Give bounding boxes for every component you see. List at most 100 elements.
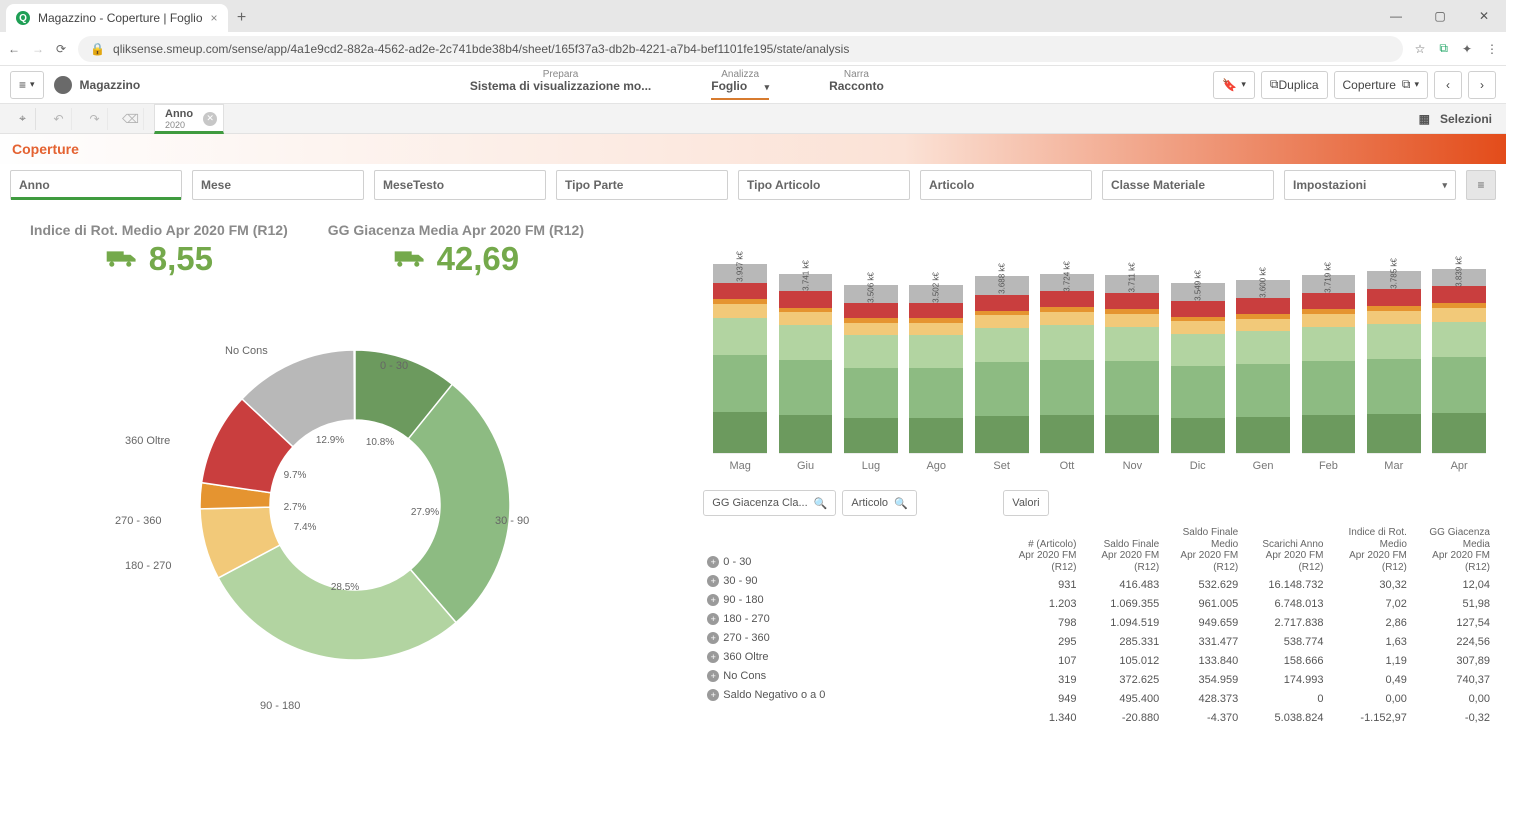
seg-180-270 [1432,308,1486,321]
clear-selection-icon[interactable]: ✕ [203,112,217,126]
duplicate-button[interactable]: ⧉ Duplica [1261,71,1328,99]
search-icon[interactable]: 🔍 [894,497,908,510]
filter-anno[interactable]: Anno [10,170,182,200]
month-col[interactable]: 3.741 k€Giu [779,254,833,472]
close-tab-icon[interactable]: × [211,11,218,25]
clear-all-icon[interactable]: ⌫ [118,108,144,130]
seg-180-270 [909,323,963,335]
nav-foglio[interactable]: Analizza Foglio ▾ [711,69,769,100]
pivot-table[interactable]: GG Giacenza Cla... 🔍 Articolo 🔍 +0 - 30+… [703,490,1496,728]
filter-mese[interactable]: Mese [192,170,364,200]
seg-0-30 [1302,415,1356,453]
kpi[interactable]: Indice di Rot. Medio Apr 2020 FM (R12) 8… [30,222,288,291]
duplicate-label: Duplica [1278,78,1318,92]
filter-tipo-articolo[interactable]: Tipo Articolo [738,170,910,200]
settings-dropdown[interactable]: Impostazioni▾ [1284,170,1456,200]
expand-icon[interactable]: + [707,670,719,682]
hamburger-button[interactable]: ≡ ▾ [10,71,44,99]
maximize-icon[interactable]: ▢ [1418,0,1462,32]
seg-30-90 [909,368,963,419]
seg-180-270 [1105,314,1159,327]
app-name[interactable]: Magazzino [54,76,141,94]
reload-icon[interactable]: ⟳ [56,42,66,56]
donut-label: 90 - 180 [260,700,300,712]
expand-icon[interactable]: + [707,651,719,663]
expand-icon[interactable]: + [707,556,719,568]
pivot-values-tab[interactable]: Valori [1003,490,1048,516]
pivot-row-360Oltre[interactable]: +360 Oltre [703,648,983,667]
truck-icon [393,248,427,270]
selections-toggle[interactable]: ▦ Selezioni [1419,112,1506,126]
month-col[interactable]: 3.711 k€Nov [1105,254,1159,472]
lock-icon: 🔒 [90,42,105,56]
bookmark-icon[interactable]: ☆ [1415,42,1426,56]
seg-0-30 [713,412,767,453]
pivot-dim-articolo[interactable]: Articolo 🔍 [842,490,916,516]
pivot-row-0-30[interactable]: +0 - 30 [703,553,983,572]
filter-tipo-parte[interactable]: Tipo Parte [556,170,728,200]
next-sheet-button[interactable]: › [1468,71,1496,99]
nav-back-icon[interactable]: ← [8,42,20,56]
nav-forward-icon[interactable]: → [32,42,44,56]
month-col[interactable]: 3.724 k€Ott [1040,254,1094,472]
pivot-rowheaders: +0 - 30+30 - 90+90 - 180+180 - 270+270 -… [703,524,983,705]
pivot-row-SaldoNegativooa0[interactable]: +Saldo Negativo o a 0 [703,686,983,705]
expand-icon[interactable]: + [707,594,719,606]
seg-180-270 [713,304,767,318]
pivot-row-NoCons[interactable]: +No Cons [703,667,983,686]
nav-racconto[interactable]: Narra Racconto [829,69,884,100]
bookmark-button[interactable]: 🔖 ▾ [1213,71,1254,99]
month-col[interactable]: 3.502 k€Ago [909,254,963,472]
seg-90-180 [1171,334,1225,367]
month-col[interactable]: 3.506 k€Lug [844,254,898,472]
nav-sistema-di-visualizzazione-mo-[interactable]: Prepara Sistema di visualizzazione mo... [470,69,651,100]
expand-icon[interactable]: + [707,632,719,644]
seg-360Oltre [1105,293,1159,309]
svg-text:7.4%: 7.4% [293,522,316,533]
close-window-icon[interactable]: ✕ [1462,0,1506,32]
seg-360Oltre [1040,291,1094,307]
expand-icon[interactable]: + [707,575,719,587]
pivot-row-180-270[interactable]: +180 - 270 [703,610,983,629]
extension-icon[interactable]: ⧉ [1439,41,1448,56]
seg-0-30 [1171,418,1225,454]
sheet-selector[interactable]: Coperture ⧉▾ [1334,71,1428,99]
pivot-row-90-180[interactable]: +90 - 180 [703,591,983,610]
month-col[interactable]: 3.937 k€Mag [713,254,767,472]
active-selection-anno[interactable]: Anno 2020 ✕ [154,104,224,134]
kpi[interactable]: GG Giacenza Media Apr 2020 FM (R12) 42,6… [328,222,584,291]
url-field[interactable]: 🔒 qliksense.smeup.com/sense/app/4a1e9cd2… [78,36,1403,62]
browser-tab[interactable]: Q Magazzino - Coperture | Foglio × [6,4,228,32]
kebab-menu-icon[interactable]: ⋮ [1486,42,1498,56]
smart-selection-icon[interactable]: ⌖ [10,108,36,130]
seg-0-30 [1367,414,1421,453]
grid-mode-button[interactable]: ≡ [1466,170,1496,200]
extensions-puzzle-icon[interactable]: ✦ [1462,42,1472,56]
donut-chart[interactable]: 10.8%27.9%28.5%7.4%2.7%9.7%12.9% 0 - 303… [10,295,699,715]
month-col[interactable]: 3.839 k€Apr [1432,254,1486,472]
pivot-row-30-90[interactable]: +30 - 90 [703,572,983,591]
seg-0-30 [975,416,1029,453]
filter-articolo[interactable]: Articolo [920,170,1092,200]
step-back-icon[interactable]: ↶ [46,108,72,130]
search-icon[interactable]: 🔍 [814,497,828,510]
month-col[interactable]: 3.549 k€Dic [1171,254,1225,472]
pivot-row-270-360[interactable]: +270 - 360 [703,629,983,648]
prev-sheet-button[interactable]: ‹ [1434,71,1462,99]
seg-360Oltre [779,291,833,307]
filter-mesetesto[interactable]: MeseTesto [374,170,546,200]
month-col[interactable]: 3.600 k€Gen [1236,254,1290,472]
step-forward-icon[interactable]: ↷ [82,108,108,130]
minimize-icon[interactable]: — [1374,0,1418,32]
expand-icon[interactable]: + [707,689,719,701]
expand-icon[interactable]: + [707,613,719,625]
month-col[interactable]: 3.688 k€Set [975,254,1029,472]
month-col[interactable]: 3.785 k€Mar [1367,254,1421,472]
pivot-values: # (Articolo)Apr 2020 FM (R12)Saldo Final… [1003,524,1496,728]
seg-360Oltre [1367,289,1421,305]
month-col[interactable]: 3.719 k€Feb [1302,254,1356,472]
new-tab-button[interactable]: + [228,4,256,32]
pivot-dim-giacenza[interactable]: GG Giacenza Cla... 🔍 [703,490,836,516]
filter-classe-materiale[interactable]: Classe Materiale [1102,170,1274,200]
stacked-bar-chart[interactable]: 3.937 k€Mag3.741 k€Giu3.506 k€Lug3.502 k… [703,212,1496,472]
